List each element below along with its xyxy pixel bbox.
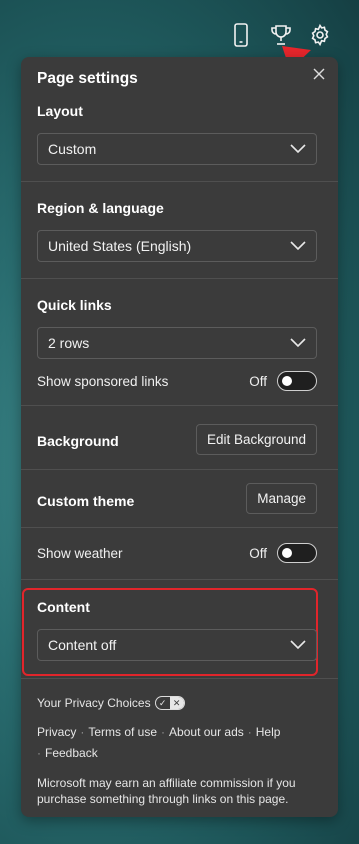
region-dropdown[interactable]: United States (English) bbox=[37, 230, 317, 262]
layout-dropdown[interactable]: Custom bbox=[37, 133, 317, 165]
chevron-down-icon bbox=[290, 142, 306, 161]
terms-link[interactable]: Terms of use bbox=[88, 725, 157, 739]
privacy-choices-icon: ✓ ✕ bbox=[154, 696, 185, 710]
toggle-knob bbox=[282, 376, 292, 386]
quick-links-dropdown[interactable]: 2 rows bbox=[37, 327, 317, 359]
help-link[interactable]: Help bbox=[256, 725, 281, 739]
layout-value: Custom bbox=[48, 141, 97, 157]
chevron-down-icon bbox=[290, 239, 306, 258]
affiliate-disclaimer: Microsoft may earn an affiliate commissi… bbox=[37, 775, 296, 807]
x-icon: ✕ bbox=[169, 697, 184, 709]
weather-toggle-row: Off bbox=[249, 543, 317, 563]
divider bbox=[21, 469, 338, 470]
divider bbox=[21, 527, 338, 528]
quick-links-label: Quick links bbox=[37, 297, 112, 313]
sponsored-links-state: Off bbox=[249, 373, 267, 389]
privacy-choices-row[interactable]: Your Privacy Choices ✓ ✕ bbox=[37, 696, 185, 710]
divider bbox=[21, 678, 338, 679]
sponsored-links-label: Show sponsored links bbox=[37, 374, 169, 389]
weather-state: Off bbox=[249, 545, 267, 561]
weather-toggle[interactable] bbox=[277, 543, 317, 563]
footer-links-row2: · Feedback bbox=[37, 746, 98, 760]
sponsored-links-toggle-row: Off bbox=[249, 371, 317, 391]
privacy-choices-link[interactable]: Your Privacy Choices bbox=[37, 696, 151, 710]
sponsored-links-toggle[interactable] bbox=[277, 371, 317, 391]
footer-links-row1: Privacy · Terms of use · About our ads · Help bbox=[37, 725, 281, 739]
content-dropdown[interactable]: Content off bbox=[37, 629, 317, 661]
weather-label: Show weather bbox=[37, 546, 123, 561]
region-value: United States (English) bbox=[48, 238, 192, 254]
toggle-knob bbox=[282, 548, 292, 558]
close-icon[interactable] bbox=[310, 65, 328, 83]
chevron-down-icon bbox=[290, 336, 306, 355]
disclaimer-line-1: Microsoft may earn an affiliate commissi… bbox=[37, 776, 296, 790]
quick-links-value: 2 rows bbox=[48, 335, 90, 351]
chevron-down-icon bbox=[290, 638, 306, 657]
panel-title: Page settings bbox=[37, 70, 138, 87]
disclaimer-line-2: purchase something through links on this… bbox=[37, 792, 289, 806]
check-icon: ✓ bbox=[158, 697, 167, 708]
edit-background-button[interactable]: Edit Background bbox=[195, 424, 317, 455]
divider bbox=[21, 405, 338, 406]
page-settings-panel: Page settings Layout Custom Region & lan… bbox=[21, 57, 338, 817]
custom-theme-label: Custom theme bbox=[37, 493, 135, 509]
about-ads-link[interactable]: About our ads bbox=[169, 725, 244, 739]
divider bbox=[21, 278, 338, 279]
background-label: Background bbox=[37, 433, 119, 449]
feedback-link[interactable]: Feedback bbox=[45, 746, 98, 760]
divider bbox=[21, 579, 338, 580]
content-label: Content bbox=[37, 599, 90, 615]
privacy-link[interactable]: Privacy bbox=[37, 725, 76, 739]
manage-theme-button[interactable]: Manage bbox=[246, 483, 317, 514]
divider bbox=[21, 181, 338, 182]
region-label: Region & language bbox=[37, 200, 164, 216]
content-value: Content off bbox=[48, 637, 117, 653]
layout-label: Layout bbox=[37, 103, 83, 119]
